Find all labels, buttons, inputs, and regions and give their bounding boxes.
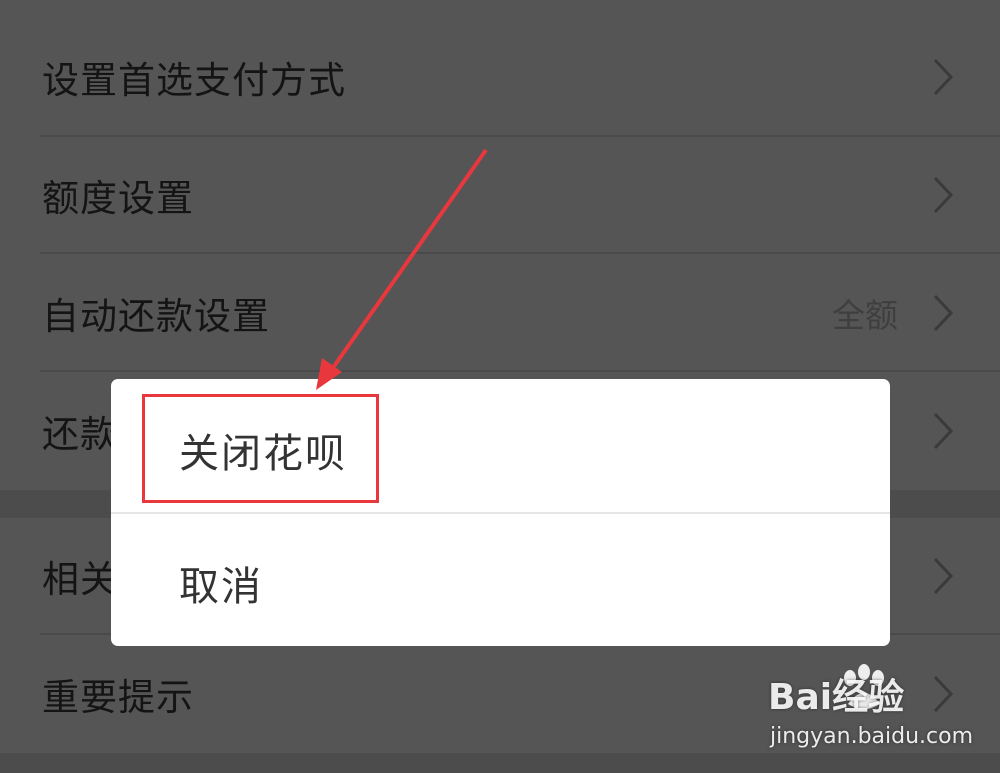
annotation-arrow-icon (316, 148, 488, 390)
watermark-brand: Bai经验 (768, 677, 905, 718)
watermark-url: jingyan.baidu.com (770, 724, 974, 749)
baidu-watermark: Bai经验 jingyan.baidu.com (768, 660, 988, 760)
